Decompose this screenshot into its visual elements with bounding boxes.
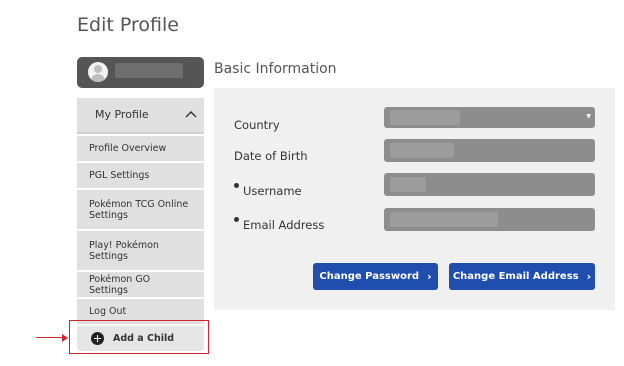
user-profile-bar (77, 57, 204, 88)
annotation-arrow-line (36, 337, 64, 339)
user-avatar-icon (88, 62, 108, 82)
sidebar-header-my-profile[interactable]: My Profile (77, 98, 204, 134)
profile-sidebar: My Profile Profile Overview PGL Settings… (77, 98, 204, 351)
email-address-field[interactable] (384, 208, 595, 231)
required-bullet-icon (234, 183, 239, 188)
date-of-birth-label: Date of Birth (234, 149, 308, 163)
sidebar-header-label: My Profile (95, 108, 149, 121)
username-field[interactable] (384, 173, 595, 196)
section-title: Basic Information (214, 61, 337, 77)
basic-information-panel: Country ▼ Date of Birth Username Email A… (214, 88, 615, 310)
country-label: Country (234, 118, 280, 132)
change-password-button[interactable]: Change Password › (313, 263, 438, 290)
email-address-label: Email Address (234, 217, 324, 232)
username-label: Username (234, 183, 302, 198)
sidebar-item-pgl-settings[interactable]: PGL Settings (77, 163, 204, 188)
sidebar-item-pokemon-go-settings[interactable]: Pokémon GO Settings (77, 272, 204, 297)
highlight-annotation-box (69, 320, 209, 354)
chevron-right-icon: › (427, 270, 432, 283)
sidebar-item-play-pokemon-settings[interactable]: Play! Pokémon Settings (77, 231, 204, 270)
change-email-button[interactable]: Change Email Address › (449, 263, 595, 290)
country-select[interactable]: ▼ (384, 107, 595, 128)
annotation-arrow-icon (62, 334, 68, 342)
username-redacted (115, 63, 183, 78)
required-bullet-icon (234, 217, 239, 222)
chevron-up-icon (185, 111, 197, 118)
sidebar-item-tcg-online-settings[interactable]: Pokémon TCG Online Settings (77, 190, 204, 229)
date-of-birth-field[interactable] (384, 139, 595, 162)
sidebar-item-profile-overview[interactable]: Profile Overview (77, 136, 204, 161)
chevron-right-icon: › (586, 270, 592, 283)
dropdown-caret-icon: ▼ (586, 113, 591, 120)
page-title: Edit Profile (77, 14, 179, 36)
